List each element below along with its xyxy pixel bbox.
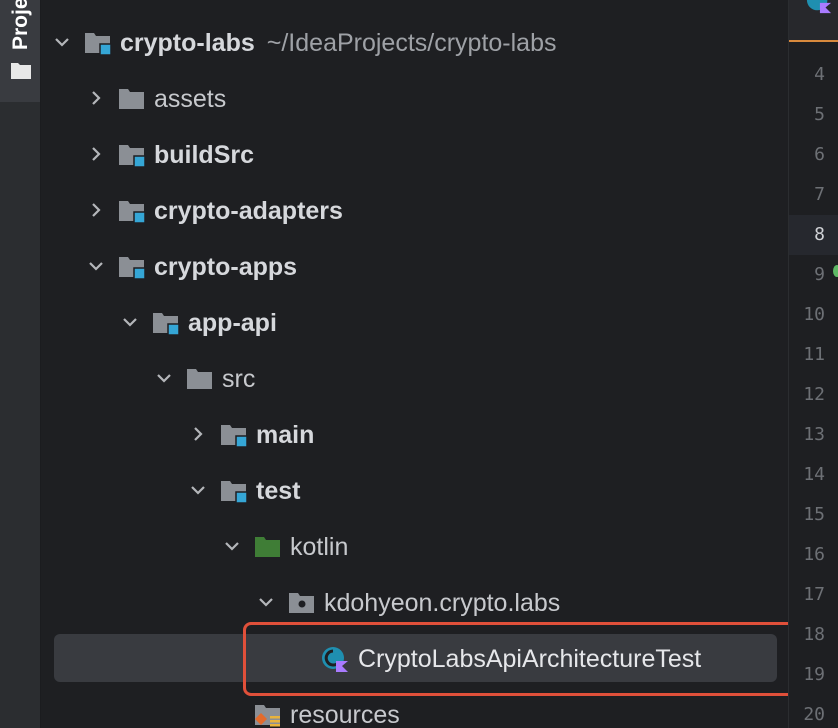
folder-icon bbox=[119, 89, 144, 109]
line-number: 12 bbox=[803, 384, 825, 405]
tree-row-buildsrc[interactable]: buildSrc bbox=[41, 127, 788, 183]
tree-label: main bbox=[256, 421, 315, 449]
line-number: 9 bbox=[814, 264, 825, 285]
module-folder-icon bbox=[119, 145, 146, 168]
tree-label: kdohyeon.crypto.labs bbox=[324, 589, 561, 617]
tree-label: resources bbox=[290, 701, 400, 728]
chevron-down-icon[interactable] bbox=[187, 479, 209, 501]
chevron-down-icon[interactable] bbox=[85, 255, 107, 277]
tree-label: assets bbox=[154, 85, 227, 113]
line-number: 4 bbox=[814, 64, 825, 85]
kotlin-class-icon bbox=[806, 0, 832, 14]
tree-label-root: crypto-labs ~/IdeaProjects/crypto-labs bbox=[120, 28, 557, 58]
chevron-right-icon[interactable] bbox=[85, 143, 107, 165]
editor-tab[interactable] bbox=[789, 0, 838, 42]
chevron-down-icon[interactable] bbox=[255, 591, 277, 613]
resources-folder-icon bbox=[255, 705, 280, 727]
tree-row-assets[interactable]: assets bbox=[41, 71, 788, 127]
module-folder-icon bbox=[153, 313, 180, 336]
project-tool-tab[interactable]: Proje bbox=[0, 0, 40, 102]
chevron-down-icon[interactable] bbox=[51, 31, 73, 53]
line-number: 18 bbox=[803, 624, 825, 645]
line-number: 14 bbox=[803, 464, 825, 485]
line-number: 15 bbox=[803, 504, 825, 525]
root-name: crypto-labs bbox=[120, 29, 255, 57]
source-root-folder-icon bbox=[221, 481, 248, 504]
folder-icon bbox=[11, 63, 31, 79]
line-number: 17 bbox=[803, 584, 825, 605]
editor-gutter: 4 5 6 7 8 9 10 11 12 13 14 15 16 17 18 1… bbox=[788, 0, 838, 728]
chevron-down-icon[interactable] bbox=[153, 367, 175, 389]
line-number: 7 bbox=[814, 184, 825, 205]
chevron-down-icon[interactable] bbox=[119, 311, 141, 333]
line-number: 20 bbox=[803, 704, 825, 725]
tree-label: app-api bbox=[188, 309, 277, 337]
line-number: 5 bbox=[814, 104, 825, 125]
highlight-annotation bbox=[243, 622, 815, 696]
line-number: 13 bbox=[803, 424, 825, 445]
project-tool-tab-label: Proje bbox=[9, 0, 32, 50]
project-tree: crypto-labs ~/IdeaProjects/crypto-labs as… bbox=[41, 0, 788, 728]
tree-label: test bbox=[256, 477, 301, 505]
line-number: 11 bbox=[803, 344, 825, 365]
line-number-current: 8 bbox=[814, 224, 825, 245]
tree-label: src bbox=[222, 365, 256, 393]
test-source-folder-icon bbox=[255, 537, 280, 557]
tree-label: buildSrc bbox=[154, 141, 255, 169]
tree-row-test[interactable]: test bbox=[41, 463, 788, 519]
chevron-right-icon[interactable] bbox=[187, 423, 209, 445]
tree-row-app-api[interactable]: app-api bbox=[41, 295, 788, 351]
root-path: ~/IdeaProjects/crypto-labs bbox=[266, 29, 557, 57]
module-folder-icon bbox=[119, 257, 146, 280]
tree-label: kotlin bbox=[290, 533, 349, 561]
chevron-right-icon[interactable] bbox=[85, 199, 107, 221]
line-number: 16 bbox=[803, 544, 825, 565]
ide-window: Proje crypto-labs ~/IdeaProjects/crypto-l… bbox=[0, 0, 838, 728]
folder-icon bbox=[187, 369, 212, 389]
package-icon bbox=[289, 593, 314, 613]
tree-label: crypto-adapters bbox=[154, 197, 343, 225]
tree-row-kotlin[interactable]: kotlin bbox=[41, 519, 788, 575]
module-folder-icon bbox=[85, 33, 112, 56]
source-root-folder-icon bbox=[221, 425, 248, 448]
tree-label: crypto-apps bbox=[154, 253, 298, 281]
tree-row-crypto-adapters[interactable]: crypto-adapters bbox=[41, 183, 788, 239]
line-number: 10 bbox=[803, 304, 825, 325]
chevron-right-icon[interactable] bbox=[85, 87, 107, 109]
tree-row-root[interactable]: crypto-labs ~/IdeaProjects/crypto-labs bbox=[41, 15, 788, 71]
tree-row-main[interactable]: main bbox=[41, 407, 788, 463]
line-number: 6 bbox=[814, 144, 825, 165]
tree-row-crypto-apps[interactable]: crypto-apps bbox=[41, 239, 788, 295]
line-number: 19 bbox=[803, 664, 825, 685]
tool-window-strip: Proje bbox=[0, 0, 41, 728]
module-folder-icon bbox=[119, 201, 146, 224]
chevron-down-icon[interactable] bbox=[221, 535, 243, 557]
run-gutter-marker-icon[interactable] bbox=[833, 265, 838, 277]
tree-row-src[interactable]: src bbox=[41, 351, 788, 407]
